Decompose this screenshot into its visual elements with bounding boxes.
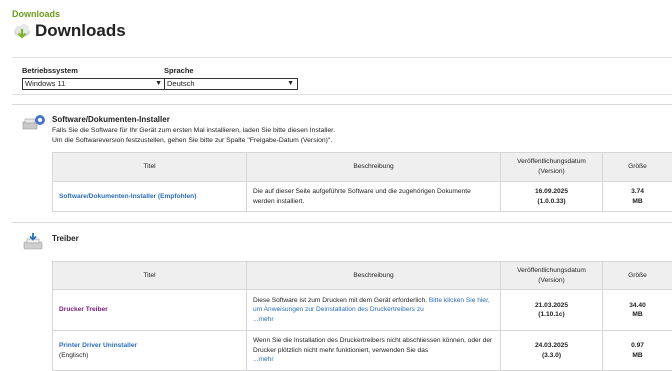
- os-label: Betriebssystem: [22, 66, 78, 75]
- row-date-version: 16.09.2025 (1.0.0.33): [500, 181, 603, 212]
- os-select[interactable]: Windows 11 ▼: [22, 78, 166, 90]
- language-label: Sprache: [164, 66, 194, 75]
- row-size-value: 0.97: [631, 342, 644, 349]
- row-description: Die auf dieser Seite aufgeführte Softwar…: [246, 181, 501, 212]
- download-cloud-icon: [14, 24, 30, 39]
- table-row: Software/Dokumenten-Installer (Empfohlen…: [52, 181, 672, 212]
- row-size-value: 3.74: [631, 188, 644, 195]
- row-description-text: Wenn Sie die Installation des Druckertre…: [253, 337, 493, 354]
- col-header-size: Größe: [602, 152, 672, 182]
- section-divider: [12, 222, 672, 223]
- row-description: Diese Software ist zum Drucken mit dem G…: [246, 289, 501, 331]
- col-header-description: Beschreibung: [246, 261, 501, 290]
- chevron-down-icon: ▼: [287, 80, 294, 87]
- row-size: 34.40 MB: [602, 289, 672, 331]
- row-date: 16.09.2025: [534, 188, 568, 195]
- table-row: Drucker Treiber Diese Software ist zum D…: [52, 289, 672, 331]
- installer-section-title: Software/Dokumenten-Installer: [52, 115, 170, 124]
- row-size-unit: MB: [632, 311, 643, 318]
- row-date: 24.03.2025: [534, 342, 568, 349]
- col-header-version-label: (Version): [538, 276, 565, 284]
- row-date-version: 24.03.2025 (3.3.0): [500, 330, 603, 371]
- language-select-value: Deutsch: [167, 79, 195, 88]
- printer-driver-icon: [23, 233, 43, 250]
- drivers-section-title: Treiber: [52, 234, 79, 243]
- col-header-description: Beschreibung: [246, 152, 501, 182]
- row-version: (3.3.0): [541, 351, 562, 359]
- os-select-value: Windows 11: [25, 79, 66, 88]
- col-header-size: Größe: [602, 261, 672, 290]
- col-header-title: Titel: [52, 261, 247, 290]
- col-header-date-label: Veröffentlichungsdatum: [517, 266, 586, 274]
- row-size-unit: MB: [632, 351, 643, 359]
- printer-driver-download-link[interactable]: Drucker Treiber: [52, 289, 247, 331]
- filter-bar: Betriebssystem Windows 11 ▼ Sprache Deut…: [12, 57, 672, 95]
- row-date-version: 21.03.2025 (1.10.1c): [500, 289, 603, 331]
- table-header-row: Titel Beschreibung Veröffentlichungsdatu…: [52, 261, 672, 290]
- page-title-block: Downloads: [12, 20, 126, 42]
- row-size-unit: MB: [632, 197, 643, 205]
- uninstaller-download-link[interactable]: Printer Driver Uninstaller: [59, 342, 137, 349]
- more-link[interactable]: ...mehr: [253, 356, 274, 363]
- table-header-row: Titel Beschreibung Veröffentlichungsdatu…: [52, 152, 672, 182]
- installer-desc-line2: Um die Softwareversion festzustellen, ge…: [52, 137, 333, 144]
- col-header-title: Titel: [52, 152, 247, 182]
- row-language: (Englisch): [59, 351, 89, 359]
- installer-download-link[interactable]: Software/Dokumenten-Installer (Empfohlen…: [52, 181, 247, 212]
- section-divider: [12, 104, 672, 105]
- row-size: 0.97 MB: [602, 330, 672, 371]
- language-select[interactable]: Deutsch ▼: [164, 78, 298, 90]
- installer-package-icon: [22, 115, 45, 130]
- row-version: (1.0.0.33): [537, 197, 566, 205]
- table-row: Printer Driver Uninstaller (Englisch) We…: [52, 330, 672, 371]
- col-header-date: Veröffentlichungsdatum (Version): [500, 261, 603, 290]
- uninstaller-download-cell: Printer Driver Uninstaller (Englisch): [52, 330, 247, 371]
- row-description-text: Diese Software ist zum Drucken mit dem G…: [253, 296, 429, 304]
- row-date: 21.03.2025: [534, 301, 568, 309]
- breadcrumb[interactable]: Downloads: [12, 9, 60, 19]
- installer-table: Titel Beschreibung Veröffentlichungsdatu…: [52, 152, 672, 212]
- row-version: (1.10.1c): [538, 311, 565, 318]
- chevron-down-icon: ▼: [155, 80, 162, 87]
- row-size-value: 34.40: [629, 301, 646, 309]
- row-description: Wenn Sie die Installation des Druckertre…: [246, 330, 501, 371]
- col-header-version-label: (Version): [538, 168, 565, 175]
- col-header-date-label: Veröffentlichungsdatum: [517, 158, 586, 165]
- row-size: 3.74 MB: [602, 181, 672, 212]
- more-link[interactable]: ...mehr: [253, 316, 274, 323]
- drivers-table: Titel Beschreibung Veröffentlichungsdatu…: [52, 261, 672, 371]
- page-title: Downloads: [35, 21, 126, 40]
- col-header-date: Veröffentlichungsdatum (Version): [500, 152, 603, 182]
- installer-desc-line1: Falls Sie die Software für Ihr Gerät zum…: [52, 127, 335, 134]
